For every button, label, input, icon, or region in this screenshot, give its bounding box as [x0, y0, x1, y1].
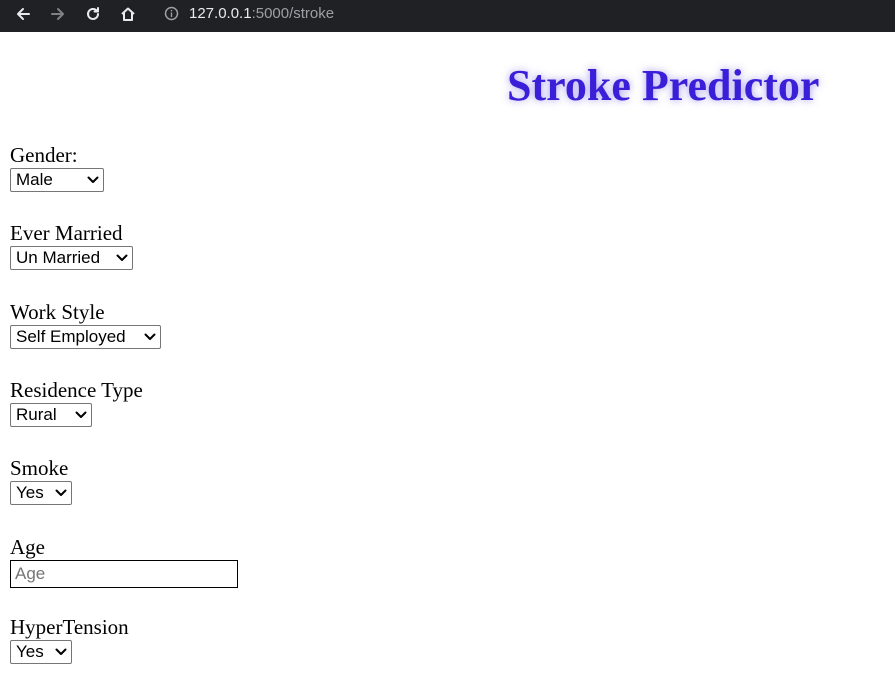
page-title: Stroke Predictor [507, 61, 820, 110]
url-path: :5000/stroke [251, 4, 335, 22]
work-style-select[interactable]: Self Employed [10, 325, 161, 349]
gender-select-value: Male [16, 170, 53, 189]
home-icon[interactable] [117, 3, 139, 25]
residence-type-select-value: Rural [16, 405, 57, 424]
browser-toolbar: 127.0.0.1:5000/stroke [0, 0, 895, 32]
age-input[interactable] [10, 560, 238, 588]
chevron-down-icon [144, 333, 156, 341]
hypertension-label: HyperTension [10, 615, 129, 639]
hypertension-select-value: Yes [16, 642, 44, 661]
ever-married-select-value: Un Married [16, 248, 101, 267]
work-style-select-value: Self Employed [16, 327, 126, 346]
age-label: Age [10, 535, 45, 559]
address-bar[interactable]: 127.0.0.1:5000/stroke [164, 2, 334, 24]
forward-icon[interactable] [47, 3, 69, 25]
hypertension-field: HyperTension Yes [10, 615, 129, 664]
chevron-down-icon [75, 411, 87, 419]
chevron-down-icon [87, 176, 99, 184]
ever-married-field: Ever Married Un Married [10, 221, 133, 270]
ever-married-label: Ever Married [10, 221, 123, 245]
page-content: Stroke Predictor Gender: Male Ever Marri… [0, 32, 895, 678]
residence-type-label: Residence Type [10, 378, 143, 402]
smoke-label: Smoke [10, 456, 69, 480]
residence-type-select[interactable]: Rural [10, 403, 92, 427]
smoke-field: Smoke Yes [10, 456, 72, 505]
url-host: 127.0.0.1 [189, 4, 252, 22]
back-icon[interactable] [12, 3, 34, 25]
work-style-label: Work Style [10, 300, 105, 324]
residence-type-field: Residence Type Rural [10, 378, 143, 427]
info-icon[interactable] [164, 6, 179, 21]
chevron-down-icon [55, 648, 67, 656]
chevron-down-icon [116, 254, 128, 262]
gender-label: Gender: [10, 143, 78, 167]
hypertension-select[interactable]: Yes [10, 640, 72, 664]
ever-married-select[interactable]: Un Married [10, 246, 133, 270]
smoke-select[interactable]: Yes [10, 481, 72, 505]
smoke-select-value: Yes [16, 483, 44, 502]
chevron-down-icon [55, 489, 67, 497]
work-style-field: Work Style Self Employed [10, 300, 161, 349]
gender-select[interactable]: Male [10, 168, 104, 192]
gender-field: Gender: Male [10, 143, 104, 192]
age-field: Age [10, 535, 238, 588]
reload-icon[interactable] [82, 3, 104, 25]
